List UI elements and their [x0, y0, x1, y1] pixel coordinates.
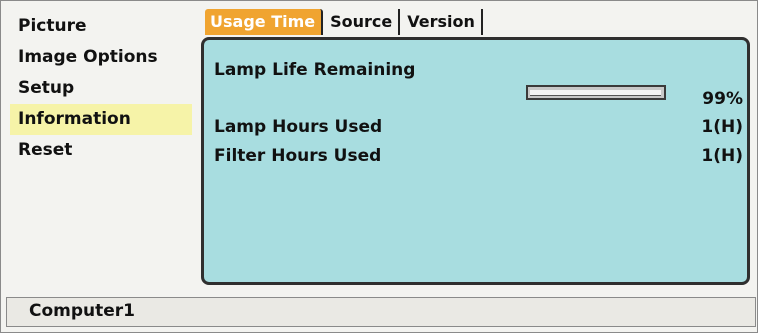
lamp-life-progress-bar — [526, 85, 666, 100]
tab-version[interactable]: Version — [402, 9, 483, 35]
projector-osd-menu: Picture Image Options Setup Information … — [0, 0, 758, 333]
status-bar: Computer1 — [6, 297, 756, 327]
menu-item-information[interactable]: Information — [10, 104, 192, 135]
tab-source[interactable]: Source — [325, 9, 401, 35]
main-menu: Picture Image Options Setup Information … — [10, 11, 192, 166]
lamp-hours-label: Lamp Hours Used — [214, 117, 383, 137]
lamp-life-label: Lamp Life Remaining — [214, 60, 416, 80]
lamp-hours-value: 1(H) — [701, 117, 743, 137]
menu-item-reset[interactable]: Reset — [10, 135, 192, 166]
current-source-label: Computer1 — [29, 301, 136, 321]
menu-item-image-options[interactable]: Image Options — [10, 42, 192, 73]
menu-item-picture[interactable]: Picture — [10, 11, 192, 42]
usage-time-panel: Lamp Life Remaining 99% Lamp Hours Used … — [201, 37, 750, 285]
lamp-life-value: 99% — [702, 89, 743, 109]
menu-item-setup[interactable]: Setup — [10, 73, 192, 104]
info-tabs: Usage Time Source Version — [205, 9, 485, 37]
filter-hours-label: Filter Hours Used — [214, 146, 382, 166]
lamp-life-progress-fill — [530, 90, 661, 96]
tab-usage-time[interactable]: Usage Time — [205, 9, 324, 35]
filter-hours-value: 1(H) — [701, 146, 743, 166]
